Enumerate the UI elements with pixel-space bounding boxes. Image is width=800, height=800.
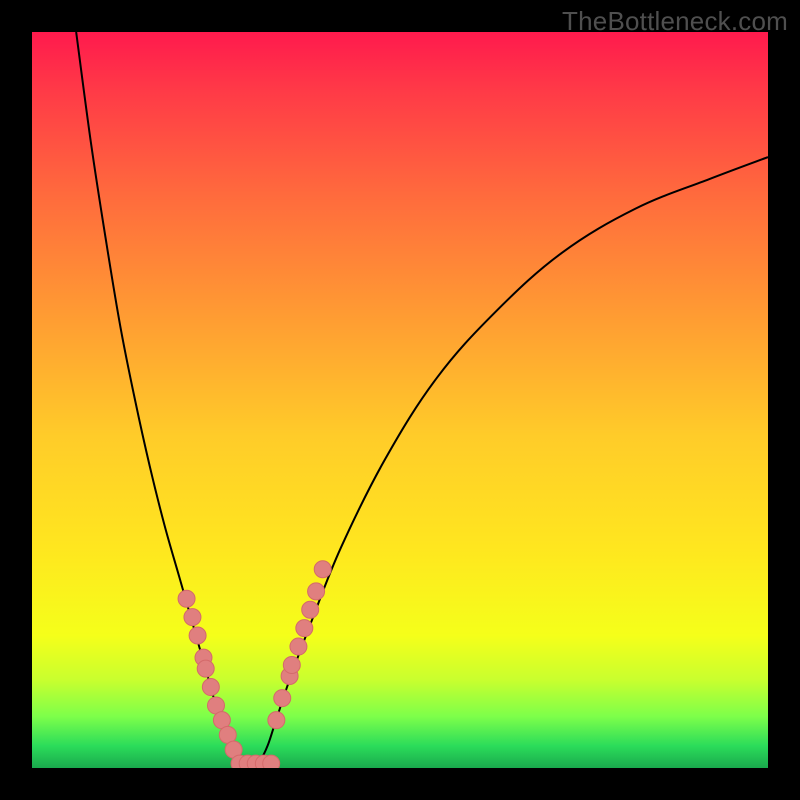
data-point xyxy=(290,638,307,655)
dots-right xyxy=(268,561,331,729)
chart-frame: TheBottleneck.com xyxy=(0,0,800,800)
dots-left xyxy=(178,590,242,758)
curve-left xyxy=(76,32,253,768)
dots-bottom xyxy=(231,755,280,768)
curve-right xyxy=(253,157,768,768)
data-point xyxy=(302,601,319,618)
data-point xyxy=(189,627,206,644)
chart-svg xyxy=(32,32,768,768)
plot-area xyxy=(32,32,768,768)
data-point xyxy=(178,590,195,607)
data-point xyxy=(202,679,219,696)
data-point xyxy=(268,712,285,729)
data-point xyxy=(283,656,300,673)
data-point xyxy=(274,690,291,707)
data-point xyxy=(296,620,313,637)
data-point xyxy=(197,660,214,677)
data-point xyxy=(184,609,201,626)
data-point xyxy=(308,583,325,600)
data-point xyxy=(314,561,331,578)
watermark-text: TheBottleneck.com xyxy=(562,6,788,37)
data-point xyxy=(263,755,280,768)
